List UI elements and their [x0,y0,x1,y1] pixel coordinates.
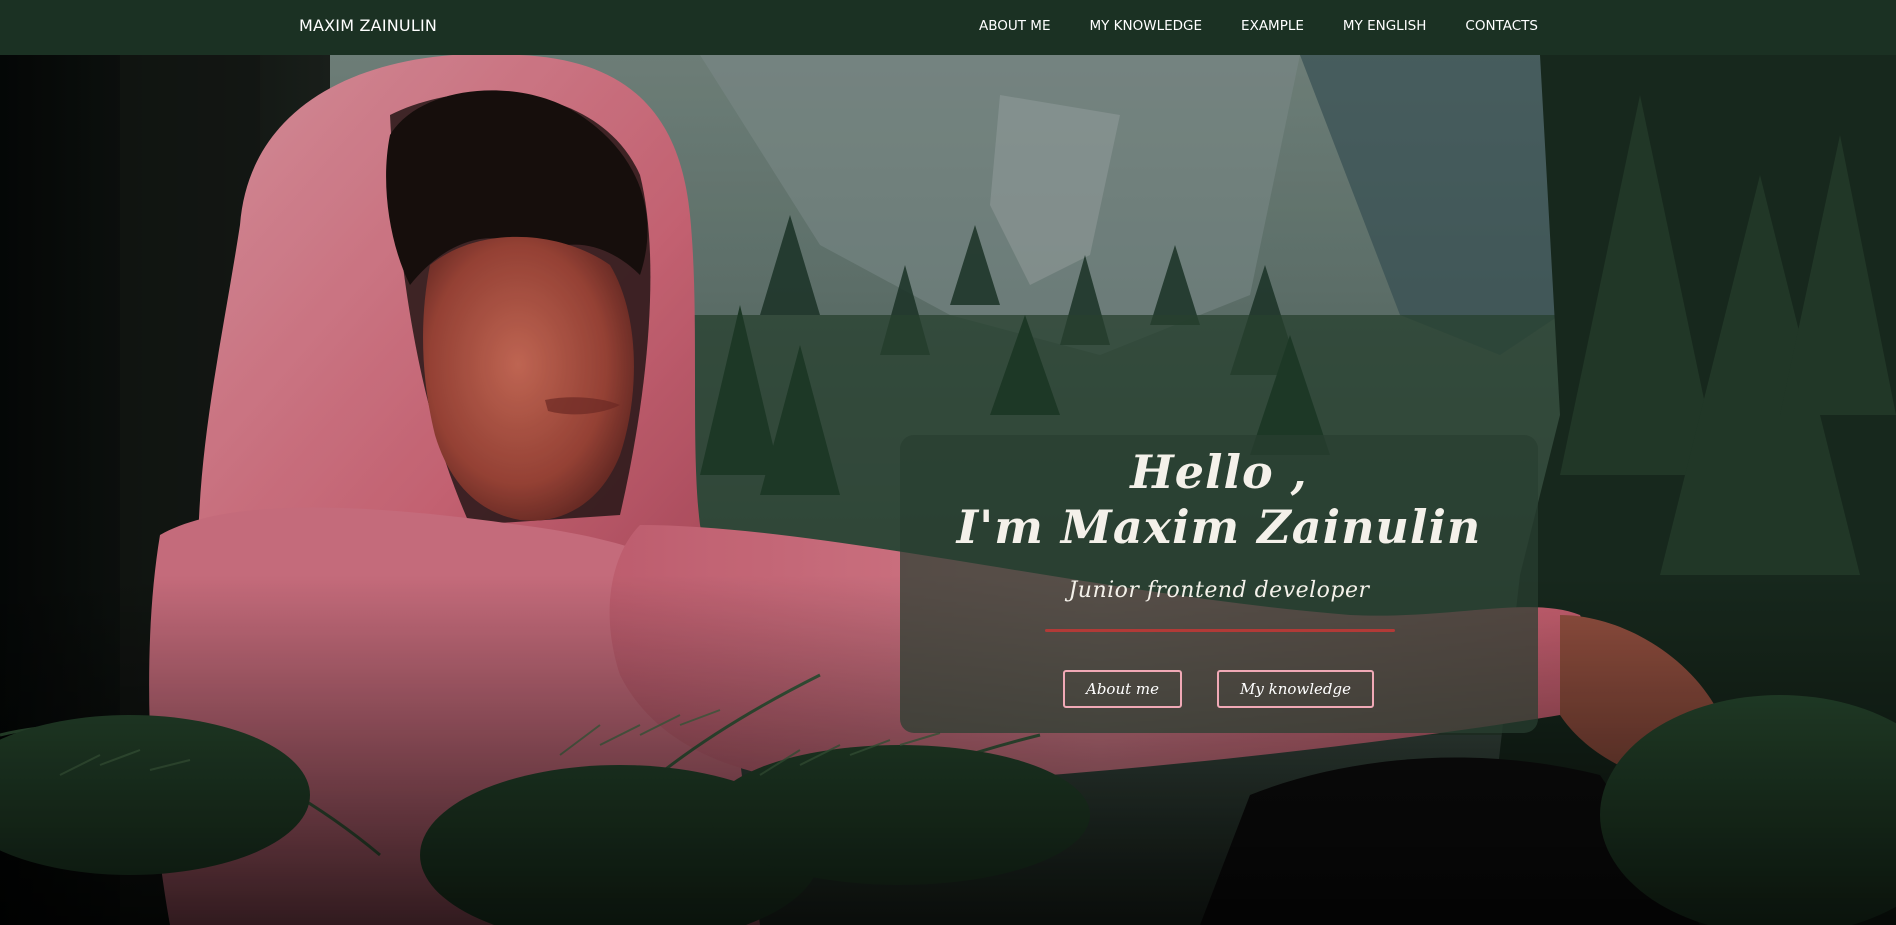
brand-logo-link[interactable]: MAXIM ZAINULIN [299,16,437,35]
nav-link-example[interactable]: EXAMPLE [1241,18,1304,34]
main-nav: ABOUT ME MY KNOWLEDGE EXAMPLE MY ENGLISH… [940,18,1538,34]
intro-card: Hello , I'm Maxim Zainulin Junior fronte… [900,435,1538,733]
divider-line [1045,629,1395,632]
job-title: Junior frontend developer [1068,578,1370,603]
nav-link-my-knowledge[interactable]: MY KNOWLEDGE [1089,18,1202,34]
greeting-line-hello: Hello , [1130,445,1308,499]
about-me-button[interactable]: About me [1063,670,1182,708]
greeting-heading: Hello , I'm Maxim Zainulin [900,445,1538,555]
nav-link-my-english[interactable]: MY ENGLISH [1343,18,1427,34]
my-knowledge-button[interactable]: My knowledge [1217,670,1374,708]
nav-link-contacts[interactable]: CONTACTS [1465,18,1538,34]
page: MAXIM ZAINULIN ABOUT ME MY KNOWLEDGE EXA… [0,0,1896,925]
nav-link-about-me[interactable]: ABOUT ME [979,18,1050,34]
top-navbar: MAXIM ZAINULIN ABOUT ME MY KNOWLEDGE EXA… [0,0,1896,55]
greeting-line-name: I'm Maxim Zainulin [956,500,1482,554]
hero-section: Hello , I'm Maxim Zainulin Junior fronte… [0,55,1896,925]
